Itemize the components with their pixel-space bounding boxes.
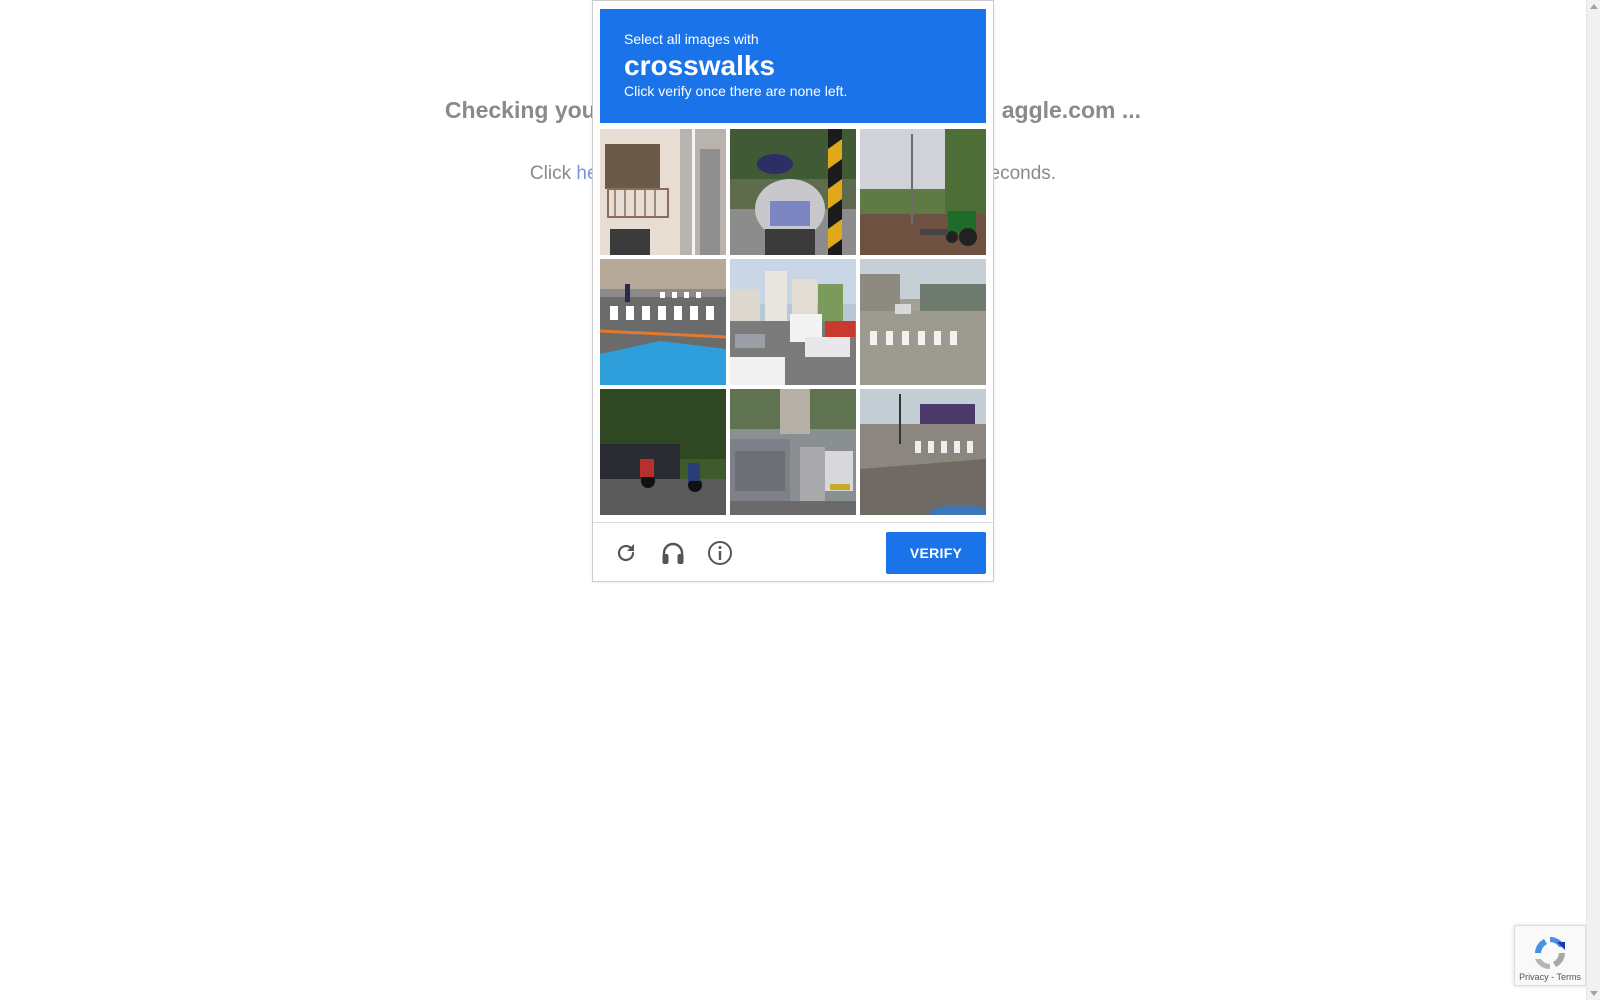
redirect-suffix: econds. <box>989 163 1057 184</box>
terms-link[interactable]: Terms <box>1556 972 1581 982</box>
scroll-down-arrow-icon[interactable] <box>1590 991 1598 996</box>
page-scrollbar[interactable] <box>1586 0 1600 1000</box>
image-tile-7[interactable] <box>600 389 726 515</box>
challenge-keyword: crosswalks <box>624 50 775 81</box>
street-image <box>730 259 856 385</box>
help-button[interactable] <box>706 539 734 567</box>
image-tile-8[interactable] <box>730 389 856 515</box>
crosswalk-image <box>860 389 986 515</box>
motorcycles-image <box>600 389 726 515</box>
image-tile-1[interactable] <box>600 129 726 255</box>
image-tile-3[interactable] <box>860 129 986 255</box>
challenge-header: Select all images with crosswalks Click … <box>600 9 986 123</box>
audio-challenge-button[interactable] <box>659 539 687 567</box>
recaptcha-logo-icon <box>1535 936 1565 970</box>
crosswalk-image <box>600 259 726 385</box>
image-tile-4[interactable] <box>600 259 726 385</box>
heading-text-right: aggle.com ... <box>1001 97 1142 123</box>
balcony-image <box>600 129 726 255</box>
reload-icon <box>617 544 635 562</box>
image-tile-2[interactable] <box>730 129 856 255</box>
crosswalk-image <box>860 259 986 385</box>
traffic-image <box>730 389 856 515</box>
scroll-up-arrow-icon[interactable] <box>1590 4 1598 9</box>
verify-button[interactable]: VERIFY <box>886 532 986 574</box>
privacy-link[interactable]: Privacy <box>1519 972 1549 982</box>
image-tile-6[interactable] <box>860 259 986 385</box>
image-tile-9[interactable] <box>860 389 986 515</box>
badge-separator: - <box>1551 972 1555 982</box>
challenge-instruction: Select all images with <box>624 31 759 47</box>
footer-divider <box>593 522 993 523</box>
motorcycle-image <box>730 129 856 255</box>
challenge-sub-instruction: Click verify once there are none left. <box>624 83 848 99</box>
image-tile-5[interactable] <box>730 259 856 385</box>
badge-links: Privacy - Terms <box>1515 972 1585 982</box>
recaptcha-badge[interactable]: Privacy - Terms <box>1514 925 1586 986</box>
reload-button[interactable] <box>612 539 640 567</box>
heading-text-left: Checking you <box>444 97 596 123</box>
info-icon <box>708 541 732 565</box>
image-grid <box>600 129 986 515</box>
recaptcha-challenge: Select all images with crosswalks Click … <box>592 0 994 582</box>
tractor-field-image <box>860 129 986 255</box>
headphones-icon <box>662 542 684 564</box>
redirect-prefix: Click <box>529 163 572 184</box>
